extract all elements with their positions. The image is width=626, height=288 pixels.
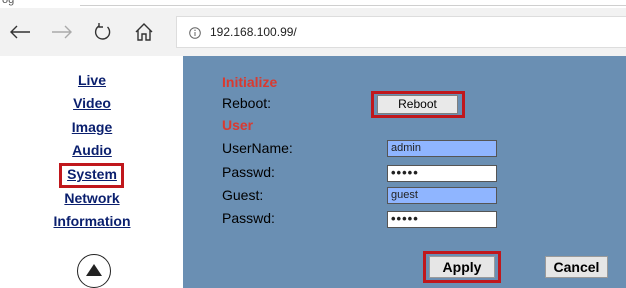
reboot-button[interactable]: Reboot bbox=[377, 95, 458, 114]
sidebar-item-information[interactable]: Information bbox=[0, 213, 192, 229]
cancel-button[interactable]: Cancel bbox=[545, 256, 608, 278]
url-text: 192.168.100.99/ bbox=[210, 25, 297, 39]
guest-password-field[interactable]: ••••• bbox=[387, 211, 497, 228]
sidebar-item-audio[interactable]: Audio bbox=[0, 142, 192, 158]
apply-highlight-box: Apply bbox=[423, 251, 501, 283]
system-highlight-box bbox=[59, 163, 124, 188]
guest-field[interactable]: guest bbox=[387, 187, 497, 204]
settings-panel: Initialize Reboot: Reboot User UserName:… bbox=[183, 56, 626, 288]
guest-passwd-label: Passwd: bbox=[222, 210, 275, 226]
user-heading: User bbox=[222, 117, 254, 133]
home-icon[interactable] bbox=[130, 18, 158, 46]
back-icon[interactable] bbox=[6, 18, 34, 46]
scroll-up-button[interactable] bbox=[77, 254, 111, 288]
passwd-label: Passwd: bbox=[222, 164, 275, 180]
reboot-highlight-box: Reboot bbox=[371, 91, 465, 118]
triangle-up-icon bbox=[86, 264, 102, 276]
address-bar[interactable]: 192.168.100.99/ bbox=[176, 16, 626, 48]
sidebar-item-image[interactable]: Image bbox=[0, 119, 192, 135]
initialize-heading: Initialize bbox=[222, 74, 278, 90]
info-icon bbox=[189, 27, 201, 39]
username-label: UserName: bbox=[222, 140, 293, 156]
sidebar-item-network[interactable]: Network bbox=[0, 190, 192, 206]
top-strip-label: og bbox=[2, 0, 15, 6]
password-field[interactable]: ••••• bbox=[387, 165, 497, 182]
apply-button[interactable]: Apply bbox=[429, 256, 495, 278]
forward-icon[interactable] bbox=[48, 18, 76, 46]
browser-top-strip: og bbox=[0, 0, 626, 8]
refresh-icon[interactable] bbox=[89, 18, 117, 46]
sidebar-menu: Live Video Image Audio System Network In… bbox=[0, 56, 183, 288]
guest-label: Guest: bbox=[222, 187, 264, 203]
browser-toolbar: 192.168.100.99/ bbox=[0, 8, 626, 56]
reboot-label: Reboot: bbox=[222, 95, 272, 111]
sidebar-item-video[interactable]: Video bbox=[0, 95, 192, 111]
top-strip-line bbox=[80, 5, 626, 6]
username-field[interactable]: admin bbox=[387, 140, 497, 157]
sidebar-item-live[interactable]: Live bbox=[0, 72, 192, 88]
